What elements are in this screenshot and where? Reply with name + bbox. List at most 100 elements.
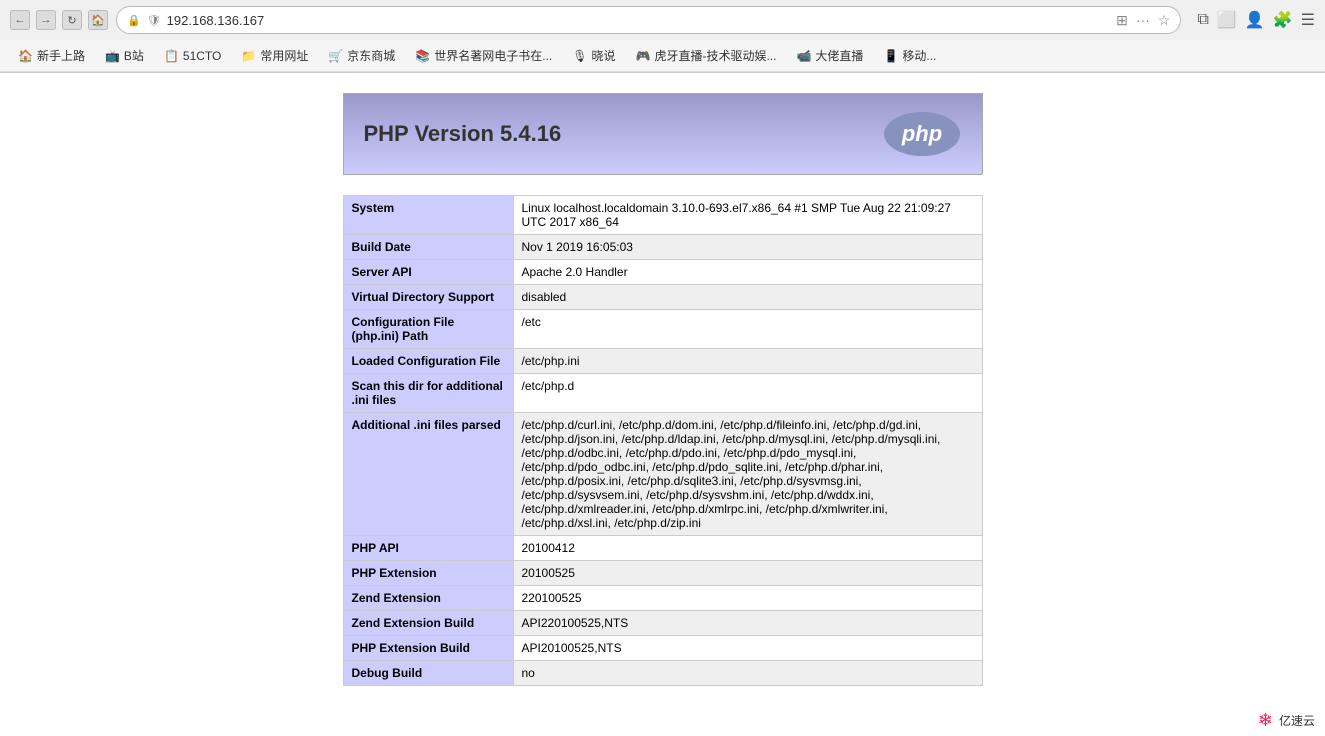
table-key: Build Date — [343, 235, 513, 260]
more-icon[interactable]: ··· — [1136, 12, 1150, 28]
refresh-button[interactable]: ↻ — [62, 10, 82, 30]
bookmark-bzhan[interactable]: 📺 B站 — [97, 45, 152, 66]
bookmark-mobile[interactable]: 📱 移动... — [875, 45, 944, 66]
table-key: Virtual Directory Support — [343, 285, 513, 310]
php-info-table: SystemLinux localhost.localdomain 3.10.0… — [343, 195, 983, 686]
table-row: Zend Extension220100525 — [343, 586, 982, 611]
table-value: API20100525,NTS — [513, 636, 982, 661]
table-key: Additional .ini files parsed — [343, 413, 513, 536]
bookmark-label-0: 新手上路 — [37, 47, 85, 64]
php-logo: php — [882, 109, 962, 159]
tab-icon[interactable]: ⬜ — [1217, 10, 1237, 30]
table-value: /etc/php.d/curl.ini, /etc/php.d/dom.ini,… — [513, 413, 982, 536]
shield-icon: 🛡 — [147, 14, 161, 27]
yiyun-icon: ❄ — [1258, 710, 1273, 731]
table-row: Loaded Configuration File/etc/php.ini — [343, 349, 982, 374]
table-key: System — [343, 196, 513, 235]
browser-nav-controls: ← → ↻ 🏠 — [10, 10, 108, 30]
table-value: 20100412 — [513, 536, 982, 561]
grid-icon[interactable]: ⊞ — [1116, 12, 1128, 29]
bookmark-icon-3: 📁 — [241, 49, 256, 63]
table-key: Configuration File (php.ini) Path — [343, 310, 513, 349]
bookmark-icon-9: 📱 — [883, 49, 898, 63]
bookmark-label-9: 移动... — [902, 47, 936, 64]
star-icon[interactable]: ☆ — [1158, 12, 1171, 29]
bookmark-icon-4: 🛒 — [328, 49, 343, 63]
lock-icon: 🔒 — [127, 14, 141, 27]
back-button[interactable]: ← — [10, 10, 30, 30]
bookmark-xinshoushanglu[interactable]: 🏠 新手上路 — [10, 45, 93, 66]
table-row: Scan this dir for additional .ini files/… — [343, 374, 982, 413]
table-value: /etc/php.ini — [513, 349, 982, 374]
home-button[interactable]: 🏠 — [88, 10, 108, 30]
bookmark-icon-2: 📋 — [164, 49, 179, 63]
bookmark-51cto[interactable]: 📋 51CTO — [156, 47, 229, 65]
table-row: Additional .ini files parsed/etc/php.d/c… — [343, 413, 982, 536]
table-row: SystemLinux localhost.localdomain 3.10.0… — [343, 196, 982, 235]
page-content: PHP Version 5.4.16 php SystemLinux local… — [0, 73, 1325, 736]
bookmarks-bar: 🏠 新手上路 📺 B站 📋 51CTO 📁 常用网址 🛒 京东商城 📚 世界名著… — [0, 40, 1325, 72]
browser-toolbar-actions: ⧉ ⬜ 👤 🧩 ☰ — [1197, 10, 1315, 30]
table-row: Zend Extension BuildAPI220100525,NTS — [343, 611, 982, 636]
table-row: PHP API20100412 — [343, 536, 982, 561]
table-row: Debug Buildno — [343, 661, 982, 686]
extension-icon[interactable]: 🧩 — [1273, 10, 1293, 30]
table-key: PHP API — [343, 536, 513, 561]
bookmark-icon-6: 🎙 — [572, 49, 587, 63]
table-value: no — [513, 661, 982, 686]
bookmark-label-1: B站 — [124, 47, 144, 64]
bookmark-label-4: 京东商城 — [347, 47, 395, 64]
table-key: PHP Extension — [343, 561, 513, 586]
table-key: Loaded Configuration File — [343, 349, 513, 374]
status-bar: ❄ 亿速云 — [1248, 706, 1325, 735]
table-key: PHP Extension Build — [343, 636, 513, 661]
table-value: disabled — [513, 285, 982, 310]
bookmark-changyongwangzhi[interactable]: 📁 常用网址 — [233, 45, 316, 66]
table-value: Apache 2.0 Handler — [513, 260, 982, 285]
browser-titlebar: ← → ↻ 🏠 🔒 🛡 192.168.136.167 ⊞ ··· ☆ ⧉ ⬜ … — [0, 0, 1325, 40]
table-key: Server API — [343, 260, 513, 285]
bookmark-xiaoshuo[interactable]: 🎙 晓说 — [564, 45, 623, 66]
table-key: Scan this dir for additional .ini files — [343, 374, 513, 413]
bookmark-label-2: 51CTO — [183, 49, 221, 63]
address-bar[interactable]: 🔒 🛡 192.168.136.167 ⊞ ··· ☆ — [116, 6, 1181, 34]
bookmark-label-5: 世界名著网电子书在... — [434, 47, 552, 64]
table-row: PHP Extension20100525 — [343, 561, 982, 586]
bookmark-ebook[interactable]: 📚 世界名著网电子书在... — [407, 45, 560, 66]
table-value: API220100525,NTS — [513, 611, 982, 636]
address-text: 192.168.136.167 — [167, 13, 1110, 28]
bookmark-icon-0: 🏠 — [18, 49, 33, 63]
bookmark-jingdong[interactable]: 🛒 京东商城 — [320, 45, 403, 66]
table-value: Linux localhost.localdomain 3.10.0-693.e… — [513, 196, 982, 235]
table-key: Zend Extension Build — [343, 611, 513, 636]
php-info-container: PHP Version 5.4.16 php SystemLinux local… — [343, 93, 983, 686]
table-value: /etc — [513, 310, 982, 349]
table-value: Nov 1 2019 16:05:03 — [513, 235, 982, 260]
sidebar-icon[interactable]: ⧉ — [1197, 11, 1208, 29]
table-value: 220100525 — [513, 586, 982, 611]
bookmark-label-8: 大佬直播 — [815, 47, 863, 64]
php-header: PHP Version 5.4.16 php — [343, 93, 983, 175]
bookmark-dalaozhibuo[interactable]: 📹 大佬直播 — [788, 45, 871, 66]
bookmark-label-7: 虎牙直播-技术驱动娱... — [654, 47, 776, 64]
bookmark-label-6: 晓说 — [592, 47, 616, 64]
address-actions: ⊞ ··· ☆ — [1116, 12, 1170, 29]
table-row: PHP Extension BuildAPI20100525,NTS — [343, 636, 982, 661]
bookmark-icon-7: 🎮 — [636, 49, 651, 63]
yiyun-label: 亿速云 — [1279, 712, 1315, 729]
bookmark-label-3: 常用网址 — [260, 47, 308, 64]
table-row: Virtual Directory Supportdisabled — [343, 285, 982, 310]
forward-button[interactable]: → — [36, 10, 56, 30]
bookmark-huya[interactable]: 🎮 虎牙直播-技术驱动娱... — [628, 45, 785, 66]
bookmark-icon-8: 📹 — [796, 49, 811, 63]
php-version-title: PHP Version 5.4.16 — [364, 121, 562, 147]
table-key: Debug Build — [343, 661, 513, 686]
svg-text:php: php — [900, 121, 941, 146]
menu-icon[interactable]: ☰ — [1301, 10, 1315, 30]
bookmark-icon-5: 📚 — [415, 49, 430, 63]
bookmark-icon-1: 📺 — [105, 49, 120, 63]
table-value: /etc/php.d — [513, 374, 982, 413]
profile-icon[interactable]: 👤 — [1245, 10, 1265, 30]
table-row: Configuration File (php.ini) Path/etc — [343, 310, 982, 349]
table-row: Server APIApache 2.0 Handler — [343, 260, 982, 285]
